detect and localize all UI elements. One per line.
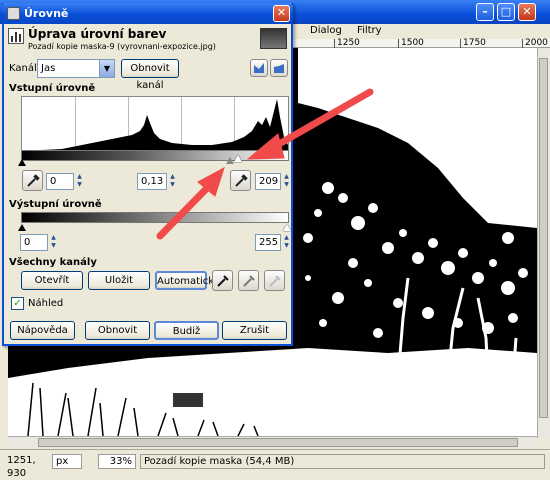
annotation-arrow-line <box>156 179 216 240</box>
annotation-arrows <box>156 88 374 240</box>
annotation-arrowhead <box>246 133 285 160</box>
annotation-arrow-line <box>268 88 374 152</box>
